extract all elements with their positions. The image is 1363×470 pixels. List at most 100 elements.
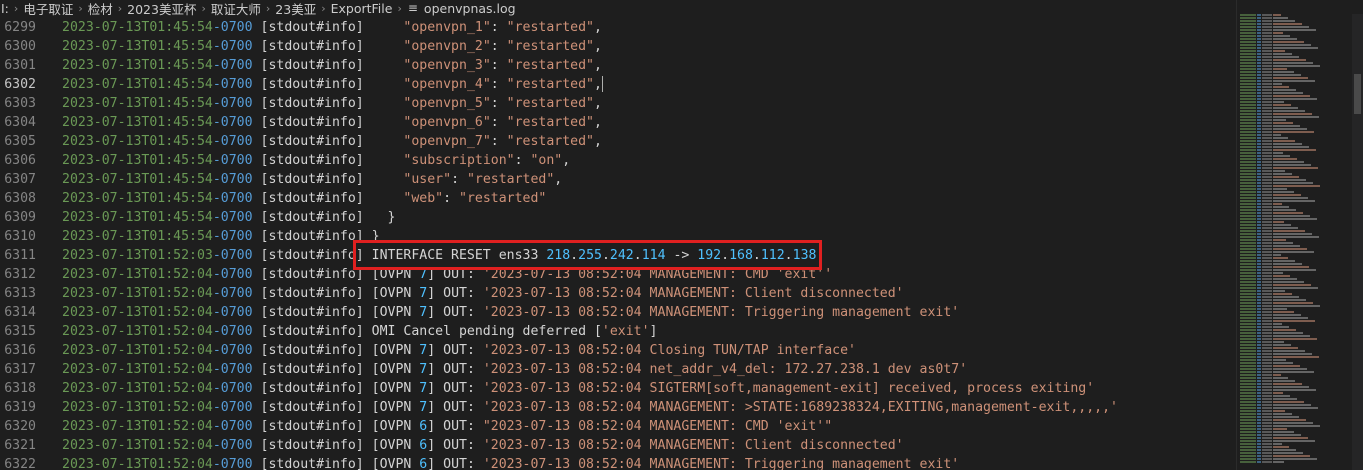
line-content: 2023-07-13T01:52:04-0700 [stdout#info] [… — [62, 417, 832, 436]
minimap-line — [1240, 446, 1350, 448]
code-token: 242 — [609, 248, 634, 263]
breadcrumb-item[interactable]: ExportFile — [330, 1, 394, 16]
code-line[interactable]: 6304 2023-07-13T01:45:54-0700 [stdout#inf… — [0, 113, 1236, 132]
minimap-line — [1240, 455, 1350, 457]
code-line[interactable]: 6311 2023-07-13T01:52:03-0700 [stdout#inf… — [0, 246, 1236, 265]
code-token: . — [601, 248, 610, 263]
minimap-line — [1240, 350, 1350, 352]
log-tag: [stdout#info] — [252, 400, 364, 415]
minimap-line — [1240, 173, 1350, 175]
timestamp: 2023-07-13T01:45:54 — [62, 210, 213, 225]
minimap-line — [1240, 422, 1350, 424]
code-line[interactable]: 6310 2023-07-13T01:45:54-0700 [stdout#inf… — [0, 227, 1236, 246]
minimap-line — [1240, 29, 1350, 31]
line-number: 6315 — [4, 324, 36, 339]
code-line[interactable]: 6312 2023-07-13T01:52:04-0700 [stdout#inf… — [0, 265, 1236, 284]
minimap-line — [1240, 242, 1350, 244]
breadcrumb-item[interactable]: 检材 — [87, 0, 114, 17]
code-token: "on" — [530, 153, 563, 168]
line-number: 6302 — [4, 77, 36, 92]
minimap-line — [1240, 431, 1350, 433]
minimap-line — [1240, 41, 1350, 43]
code-line[interactable]: 6303 2023-07-13T01:45:54-0700 [stdout#inf… — [0, 94, 1236, 113]
code-line[interactable]: 6321 2023-07-13T01:52:04-0700 [stdout#inf… — [0, 436, 1236, 455]
timezone-offset: -0700 — [212, 324, 253, 339]
line-content: 2023-07-13T01:45:54-0700 [stdout#info] "… — [62, 37, 602, 56]
scrollbar-thumb[interactable] — [1354, 74, 1361, 114]
minimap[interactable] — [1240, 14, 1350, 470]
line-content: 2023-07-13T01:45:54-0700 [stdout#info] "… — [62, 170, 562, 189]
minimap-line — [1240, 311, 1350, 313]
minimap-line — [1240, 95, 1350, 97]
log-tag: [stdout#info] — [252, 77, 364, 92]
minimap-line — [1240, 179, 1350, 181]
code-token: OMI Cancel pending deferred [ — [363, 324, 602, 339]
minimap-line — [1240, 131, 1350, 133]
minimap-line — [1240, 239, 1350, 241]
code-line[interactable]: 6307 2023-07-13T01:45:54-0700 [stdout#inf… — [0, 170, 1236, 189]
code-token: : — [490, 134, 507, 149]
minimap-line — [1240, 47, 1350, 49]
log-tag: [stdout#info] — [252, 134, 364, 149]
code-line[interactable]: 6313 2023-07-13T01:52:04-0700 [stdout#inf… — [0, 284, 1236, 303]
code-editor[interactable]: 6299 2023-07-13T01:45:54-0700 [stdout#inf… — [0, 18, 1236, 470]
code-line[interactable]: 6305 2023-07-13T01:45:54-0700 [stdout#inf… — [0, 132, 1236, 151]
code-token: : — [490, 58, 507, 73]
log-tag: [stdout#info] — [252, 305, 364, 320]
timestamp: 2023-07-13T01:52:04 — [62, 324, 213, 339]
breadcrumb-item[interactable]: 取证大师 — [210, 0, 262, 17]
vertical-scrollbar[interactable] — [1352, 14, 1363, 470]
breadcrumb-item[interactable]: 电子取证 — [22, 0, 74, 17]
line-number: 6320 — [4, 419, 36, 434]
code-token: "openvpn_6" — [403, 115, 491, 130]
code-token: "restarted" — [466, 172, 555, 187]
line-content: 2023-07-13T01:45:54-0700 [stdout#info] "… — [62, 75, 603, 94]
code-line[interactable]: 6314 2023-07-13T01:52:04-0700 [stdout#inf… — [0, 303, 1236, 322]
minimap-line — [1240, 380, 1350, 382]
minimap-line — [1240, 77, 1350, 79]
timezone-offset: -0700 — [212, 381, 253, 396]
code-line[interactable]: 6319 2023-07-13T01:52:04-0700 [stdout#inf… — [0, 398, 1236, 417]
breadcrumb-item[interactable]: 2023美亚杯 — [126, 0, 197, 17]
code-line[interactable]: 6320 2023-07-13T01:52:04-0700 [stdout#inf… — [0, 417, 1236, 436]
code-token: ] OUT: — [427, 438, 483, 453]
code-line[interactable]: 6300 2023-07-13T01:45:54-0700 [stdout#inf… — [0, 37, 1236, 56]
log-tag: [stdout#info] — [252, 267, 364, 282]
minimap-line — [1240, 107, 1350, 109]
breadcrumb-item[interactable]: I: — [0, 1, 10, 16]
code-line[interactable]: 6308 2023-07-13T01:45:54-0700 [stdout#inf… — [0, 189, 1236, 208]
minimap-line — [1240, 395, 1350, 397]
code-line[interactable]: 6302 2023-07-13T01:45:54-0700 [stdout#inf… — [0, 75, 1236, 94]
code-line[interactable]: 6322 2023-07-13T01:52:04-0700 [stdout#inf… — [0, 455, 1236, 470]
code-token: "openvpn_1" — [403, 20, 491, 35]
minimap-line — [1240, 266, 1350, 268]
log-tag: [stdout#info] — [252, 343, 364, 358]
code-line[interactable]: 6316 2023-07-13T01:52:04-0700 [stdout#inf… — [0, 341, 1236, 360]
line-number: 6311 — [4, 248, 36, 263]
minimap-line — [1240, 371, 1350, 373]
code-line[interactable]: 6306 2023-07-13T01:45:54-0700 [stdout#inf… — [0, 151, 1236, 170]
line-content: 2023-07-13T01:52:03-0700 [stdout#info] I… — [62, 246, 816, 265]
code-line[interactable]: 6299 2023-07-13T01:45:54-0700 [stdout#inf… — [0, 18, 1236, 37]
code-line[interactable]: 6318 2023-07-13T01:52:04-0700 [stdout#inf… — [0, 379, 1236, 398]
timestamp: 2023-07-13T01:45:54 — [62, 229, 213, 244]
minimap-line — [1240, 272, 1350, 274]
timestamp: 2023-07-13T01:52:03 — [62, 248, 213, 263]
code-line[interactable]: 6309 2023-07-13T01:45:54-0700 [stdout#inf… — [0, 208, 1236, 227]
breadcrumb-file-name[interactable]: openvpnas.log — [423, 1, 517, 16]
code-token: '2023-07-13 08:52:04 MANAGEMENT: Trigger… — [482, 457, 960, 470]
minimap-line — [1240, 89, 1350, 91]
code-line[interactable]: 6301 2023-07-13T01:45:54-0700 [stdout#inf… — [0, 56, 1236, 75]
minimap-line — [1240, 245, 1350, 247]
code-line[interactable]: 6317 2023-07-13T01:52:04-0700 [stdout#inf… — [0, 360, 1236, 379]
code-token: [OVPN — [363, 438, 420, 453]
timestamp: 2023-07-13T01:52:04 — [62, 457, 213, 470]
code-line[interactable]: 6315 2023-07-13T01:52:04-0700 [stdout#inf… — [0, 322, 1236, 341]
line-content: 2023-07-13T01:45:54-0700 [stdout#info] "… — [62, 132, 602, 151]
breadcrumb-item[interactable]: 23美亚 — [274, 0, 317, 17]
minimap-line — [1240, 98, 1350, 100]
minimap-line — [1240, 65, 1350, 67]
timezone-offset: -0700 — [212, 58, 253, 73]
